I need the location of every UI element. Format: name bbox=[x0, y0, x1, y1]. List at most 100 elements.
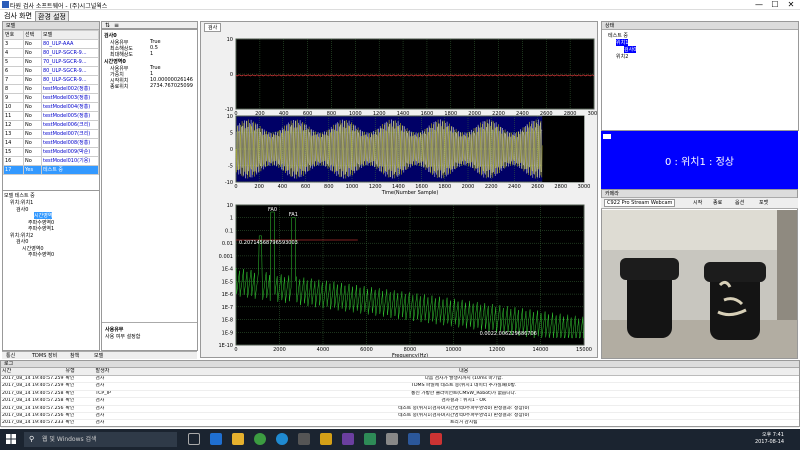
prop-desc-divider bbox=[102, 322, 197, 323]
model-cell-sel[interactable]: No bbox=[23, 111, 42, 121]
alpha-sort-icon[interactable]: ≡ bbox=[114, 22, 119, 29]
prop-value[interactable]: 1 bbox=[150, 51, 153, 57]
model-row[interactable]: 14 No testModel008(정홍) bbox=[3, 138, 99, 148]
tab-window[interactable]: 참책 bbox=[70, 352, 79, 360]
camera-options[interactable]: 옵션 bbox=[735, 199, 744, 206]
model-cell-sel[interactable]: No bbox=[23, 138, 42, 148]
tree-node-freq1[interactable]: 주파수영역1 bbox=[28, 225, 54, 232]
edge-icon[interactable] bbox=[210, 433, 222, 445]
app-icon-4[interactable] bbox=[408, 433, 420, 445]
chart3-xtick: 2000 bbox=[273, 347, 286, 353]
log-row[interactable]: 2017_08_14 19:40:57.256 확인 검사 테스트 중(위치1(검사0… bbox=[1, 412, 799, 421]
app-icon-2[interactable] bbox=[320, 433, 332, 445]
model-cell-sel[interactable]: No bbox=[23, 57, 42, 67]
tree-node-pos1[interactable]: 위치:위치1 bbox=[10, 199, 33, 206]
model-cell-sel[interactable]: No bbox=[23, 147, 42, 157]
model-cell-sel[interactable]: No bbox=[23, 48, 42, 58]
tree-node-freq0b[interactable]: 주파수영역0 bbox=[28, 251, 54, 258]
model-cell-sel[interactable]: No bbox=[23, 75, 42, 85]
model-row[interactable]: 7 No 80_ULP-SGCR-9... bbox=[3, 75, 99, 85]
log-row[interactable]: 2017_08_14 19:40:57.258 확인 TCP_IP 통신 가방한 클라… bbox=[1, 390, 799, 399]
model-row[interactable]: 8 No testModel002(정홍) bbox=[3, 84, 99, 94]
ie-icon[interactable] bbox=[276, 433, 288, 445]
log-col-source[interactable]: 발생자 bbox=[94, 368, 129, 376]
status-check0[interactable]: 검사0 bbox=[624, 46, 637, 53]
menu-inspection-screen[interactable]: 검사 화면 bbox=[2, 11, 34, 21]
camera-start[interactable]: 시작 bbox=[693, 199, 702, 206]
model-row[interactable]: 5 No 70_ULP-SGCR-9... bbox=[3, 57, 99, 67]
model-row[interactable]: 11 No testModel005(정홍) bbox=[3, 111, 99, 121]
model-row[interactable]: 17 Yes 테스트 중 bbox=[3, 165, 99, 175]
model-row[interactable]: 9 No testModel003(정홍) bbox=[3, 93, 99, 103]
explorer-icon[interactable] bbox=[232, 433, 244, 445]
taskbar-search[interactable]: 웹 및 Windows 검색 bbox=[24, 432, 177, 447]
tree-node-time[interactable]: 시간영역 bbox=[34, 212, 53, 219]
model-cell-sel[interactable]: Yes bbox=[23, 165, 42, 175]
close-button[interactable]: ✕ bbox=[784, 0, 798, 10]
log-col-time[interactable]: 시간 bbox=[1, 368, 65, 376]
camera-select[interactable]: C922 Pro Stream Webcam bbox=[604, 199, 676, 207]
tree-node-check0[interactable]: 검사0 bbox=[16, 206, 28, 213]
col-model[interactable]: 모델 bbox=[41, 30, 99, 40]
model-cell-sel[interactable]: No bbox=[23, 39, 42, 49]
model-row[interactable]: 3 No 80_ULP-AAA bbox=[3, 39, 99, 49]
log-row[interactable]: 2017_08_14 19:40:57.259 확인 검사 TDMS 파일에 테스트 … bbox=[1, 382, 799, 391]
tree-node-check0b[interactable]: 검사0 bbox=[16, 238, 28, 245]
log-row[interactable]: 2017_08_14 19:40:57.233 확인 검사 트리거 감지됨 bbox=[1, 419, 799, 428]
model-row[interactable]: 12 No testModel006(크리) bbox=[3, 120, 99, 130]
excel-icon[interactable] bbox=[364, 433, 376, 445]
tab-tdms[interactable]: TDMS 장비 bbox=[32, 352, 57, 360]
tree-root[interactable]: 모델 테스트 중 bbox=[4, 192, 35, 199]
chart3-ytick: 1 bbox=[230, 216, 233, 222]
model-cell-sel[interactable]: No bbox=[23, 66, 42, 76]
model-row[interactable]: 15 No testModel009(박순) bbox=[3, 147, 99, 157]
log-row[interactable]: 2017_08_14 19:40:57.259 확인 검사 다음 검사가 발생시까지 … bbox=[1, 375, 799, 384]
prop-section-time[interactable]: 시간영역0 bbox=[104, 58, 126, 65]
model-cell-sel[interactable]: No bbox=[23, 84, 42, 94]
prop-section-check[interactable]: 검사0 bbox=[104, 32, 117, 39]
windows-start-icon[interactable] bbox=[6, 434, 16, 444]
visual-studio-icon[interactable] bbox=[342, 433, 354, 445]
status-root[interactable]: 테스트 중 bbox=[608, 32, 628, 39]
chart2-xtick: 200 bbox=[254, 184, 264, 190]
chart2-xtick: 1800 bbox=[438, 184, 451, 190]
model-row[interactable]: 4 No 80_ULP-SGCR-9... bbox=[3, 48, 99, 58]
task-view-icon[interactable] bbox=[188, 433, 200, 445]
log-col-type[interactable]: 유형 bbox=[64, 368, 95, 376]
model-cell-sel[interactable]: No bbox=[23, 156, 42, 166]
camera-toolbar: C922 Pro Stream Webcam 시작 종료 옵션 포맷 bbox=[601, 198, 798, 209]
log-col-content[interactable]: 내용 bbox=[128, 368, 799, 376]
model-cell-model: 80_ULP-SGCR-9... bbox=[41, 48, 99, 58]
model-row[interactable]: 16 No testModel010(기용) bbox=[3, 156, 99, 166]
sort-icon[interactable]: ⇅ bbox=[105, 22, 110, 29]
model-row[interactable]: 10 No testModel004(정홍) bbox=[3, 102, 99, 112]
col-select[interactable]: 선택 bbox=[23, 30, 42, 40]
app-icon-3[interactable] bbox=[386, 433, 398, 445]
prop-value[interactable]: 2734.767025099 bbox=[150, 83, 193, 89]
app-icon-5[interactable] bbox=[430, 433, 442, 445]
model-cell-sel[interactable]: No bbox=[23, 102, 42, 112]
clock[interactable]: 오후 7:41 2017-08-14 bbox=[755, 432, 784, 446]
tab-model[interactable]: 모델 bbox=[94, 352, 103, 360]
col-num[interactable]: 번호 bbox=[3, 30, 24, 40]
camera-format[interactable]: 포맷 bbox=[759, 199, 768, 206]
log-row[interactable]: 2017_08_14 19:40:57.258 확인 검사 검사결과 : 위치1 - … bbox=[1, 397, 799, 406]
model-cell-num: 4 bbox=[3, 48, 24, 58]
model-cell-sel[interactable]: No bbox=[23, 129, 42, 139]
model-row[interactable]: 6 No 80_ULP-SGCR-9... bbox=[3, 66, 99, 76]
model-cell-sel[interactable]: No bbox=[23, 93, 42, 103]
log-cell: 2017_08_14 19:40:57.258 bbox=[1, 390, 65, 399]
minimize-button[interactable]: — bbox=[752, 0, 766, 10]
maximize-button[interactable]: ☐ bbox=[768, 0, 782, 10]
status-pos2[interactable]: 위치2 bbox=[616, 53, 628, 60]
camera-stop[interactable]: 종료 bbox=[713, 199, 722, 206]
status-pos1[interactable]: 위치1 bbox=[616, 39, 629, 46]
chrome-icon[interactable] bbox=[254, 433, 266, 445]
tab-comm[interactable]: 통신 bbox=[6, 352, 15, 360]
chart-area: 검사 0 200 400 600 800 1000 1200 1400 1600 1800 2000… bbox=[200, 21, 598, 358]
model-row[interactable]: 13 No testModel007(크리) bbox=[3, 129, 99, 139]
log-row[interactable]: 2017_08_14 19:40:57.256 확인 검사 테스트 중(위치1(검사0… bbox=[1, 405, 799, 414]
app-icon-1[interactable] bbox=[298, 433, 310, 445]
log-cell: 검사 bbox=[94, 397, 129, 406]
model-cell-sel[interactable]: No bbox=[23, 120, 42, 130]
